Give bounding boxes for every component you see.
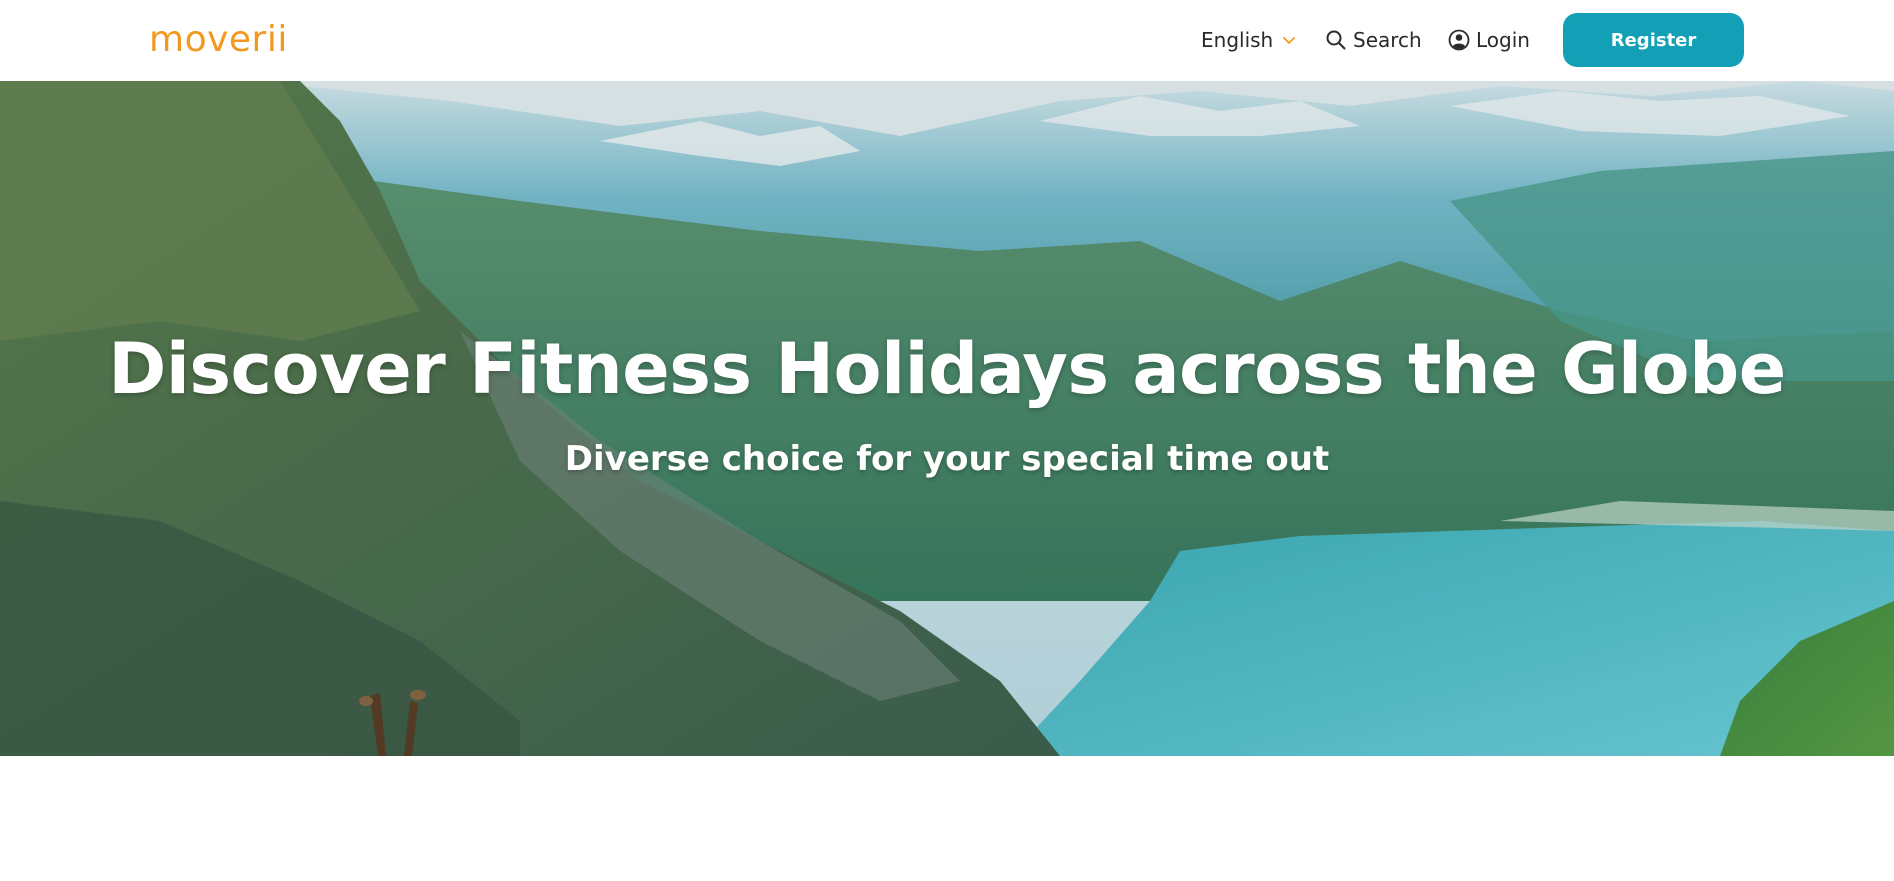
- user-circle-icon: [1448, 29, 1470, 51]
- language-label: English: [1201, 28, 1274, 52]
- login-label: Login: [1476, 28, 1530, 52]
- search-icon: [1326, 30, 1346, 50]
- login-link[interactable]: Login: [1448, 24, 1530, 56]
- hero-landscape-image: [0, 81, 1894, 756]
- chevron-down-icon: [1283, 37, 1296, 44]
- language-selector[interactable]: English: [1201, 24, 1296, 56]
- search-link[interactable]: Search: [1325, 24, 1422, 56]
- search-label: Search: [1353, 28, 1422, 52]
- top-navigation-bar: moverii English Search Login Register: [0, 0, 1894, 81]
- moverii-logo[interactable]: moverii: [149, 20, 288, 60]
- register-button[interactable]: Register: [1563, 13, 1744, 67]
- hero-banner: Discover Fitness Holidays across the Glo…: [0, 81, 1894, 756]
- hero-subtitle: Diverse choice for your special time out: [564, 439, 1330, 479]
- hero-title: Discover Fitness Holidays across the Glo…: [108, 328, 1786, 410]
